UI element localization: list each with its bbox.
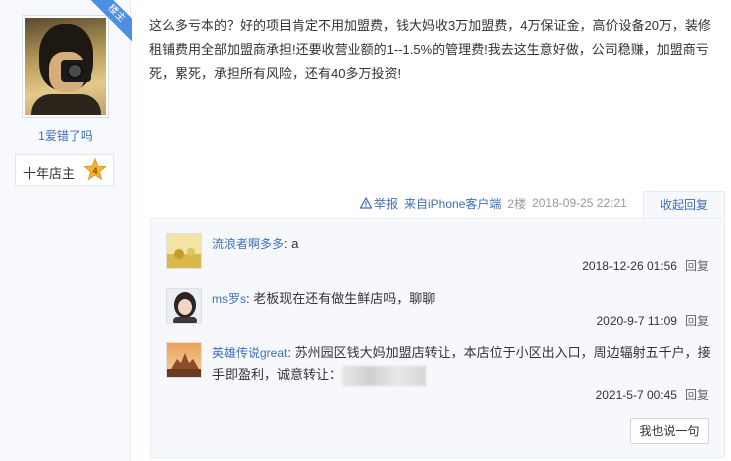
reply-text: 老板现在还有做生鲜店吗，聊聊 bbox=[253, 291, 436, 306]
reply-button[interactable]: 回复 bbox=[685, 259, 709, 273]
author-username[interactable]: 1爱错了吗 bbox=[0, 127, 131, 144]
reply-panel: 流浪者啊多多: a 2018-12-26 01:56 回复 ms罗s: 老板现在还… bbox=[150, 218, 725, 458]
rank-level: 4 bbox=[92, 166, 97, 176]
redacted-contact bbox=[342, 365, 427, 386]
add-comment-button[interactable]: 我也说一句 bbox=[630, 418, 709, 444]
reply-avatar-image bbox=[167, 289, 201, 323]
rank-label: 十年店主 bbox=[23, 166, 76, 181]
post-content: 这么多亏本的？好的项目肯定不用加盟费，钱大妈收3万加盟费，4万保证金，高价设备2… bbox=[149, 18, 711, 81]
thread-owner-badge: 楼主 bbox=[86, 0, 132, 46]
thread-owner-badge-label: 楼主 bbox=[87, 0, 132, 43]
reply-avatar-image bbox=[167, 234, 201, 268]
reply-avatar-image bbox=[167, 343, 201, 377]
rank-star-icon: 4 bbox=[83, 158, 107, 181]
author-rank[interactable]: 十年店主 4 bbox=[15, 154, 114, 186]
reply-button[interactable]: 回复 bbox=[685, 388, 709, 402]
warning-icon bbox=[360, 197, 372, 209]
report-link[interactable]: 举报 bbox=[360, 195, 398, 212]
reply-username[interactable]: ms罗s bbox=[212, 292, 246, 306]
reply-avatar[interactable] bbox=[166, 288, 202, 324]
reply-item: 流浪者啊多多: a 2018-12-26 01:56 回复 bbox=[166, 233, 711, 283]
floor-number: 2楼 bbox=[507, 196, 527, 211]
collapse-replies-button[interactable]: 收起回复 bbox=[643, 191, 725, 219]
reply-avatar[interactable] bbox=[166, 342, 202, 378]
reply-time: 2020-9-7 11:09 bbox=[596, 314, 677, 328]
reply-avatar[interactable] bbox=[166, 233, 202, 269]
post-meta: 举报 来自iPhone客户端 2楼 2018-09-25 22:21 bbox=[360, 193, 627, 213]
reply-username[interactable]: 英雄传说great bbox=[212, 346, 287, 360]
author-panel: 楼主 1爱错了吗 十年店主 4 bbox=[0, 0, 132, 461]
post-datetime: 2018-09-25 22:21 bbox=[532, 196, 627, 210]
reply-time: 2021-5-7 00:45 bbox=[595, 388, 677, 402]
reply-item: 英雄传说great: 苏州园区钱大妈加盟店转让，本店位于小区出入口，周边辐射五千… bbox=[166, 342, 711, 412]
reply-time: 2018-12-26 01:56 bbox=[582, 259, 677, 273]
reply-button[interactable]: 回复 bbox=[685, 314, 709, 328]
reply-item: ms罗s: 老板现在还有做生鲜店吗，聊聊 2020-9-7 11:09 回复 bbox=[166, 288, 711, 338]
report-label: 举报 bbox=[374, 196, 399, 211]
reply-text: a bbox=[291, 236, 299, 251]
reply-username[interactable]: 流浪者啊多多 bbox=[212, 237, 284, 251]
post-source: 来自iPhone客户端 bbox=[404, 196, 502, 211]
